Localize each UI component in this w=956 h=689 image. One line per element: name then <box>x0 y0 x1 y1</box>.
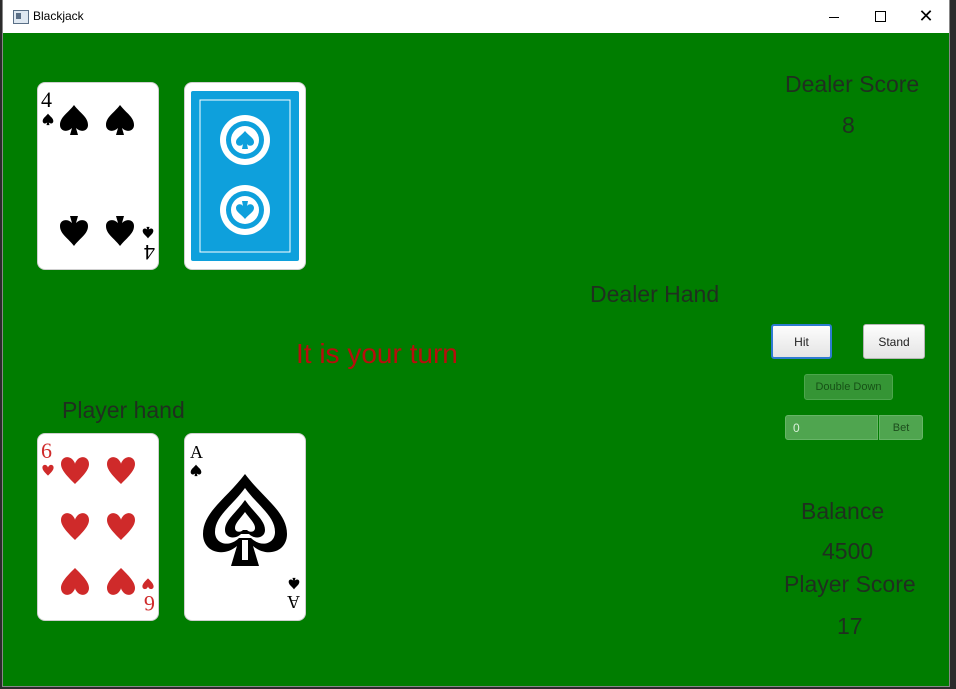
bet-amount-input[interactable]: 0 <box>785 415 878 440</box>
blackjack-window: Blackjack ✕ 4 4 Dealer Score 8 Dealer Ha… <box>3 0 949 686</box>
svg-text:4: 4 <box>144 240 155 265</box>
bet-button[interactable]: Bet <box>879 415 923 440</box>
player-card-ace-of-spades: A A <box>185 434 305 620</box>
player-score-label: Player Score <box>784 571 916 597</box>
app-icon <box>13 10 29 24</box>
minimize-icon <box>829 17 839 18</box>
title-bar: Blackjack ✕ <box>3 0 949 33</box>
player-card-6-of-hearts: 6 6 <box>38 434 158 620</box>
dealer-card-face-down <box>185 83 305 269</box>
dealer-hand-label: Dealer Hand <box>590 281 720 307</box>
dealer-score-value: 8 <box>842 112 855 138</box>
turn-status-message: It is your turn <box>296 338 458 369</box>
double-down-button[interactable]: Double Down <box>804 374 893 400</box>
card-back-pattern <box>191 91 299 261</box>
svg-text:A: A <box>190 442 203 462</box>
dealer-card-4-of-spades: 4 4 <box>38 83 158 269</box>
six-of-hearts-face: 6 6 <box>41 438 155 616</box>
svg-text:A: A <box>287 592 300 612</box>
svg-text:4: 4 <box>41 87 52 112</box>
hit-button[interactable]: Hit <box>771 324 832 359</box>
close-icon: ✕ <box>918 6 934 26</box>
player-hand-label: Player hand <box>62 397 185 423</box>
ace-of-spades-face: A A <box>190 442 300 612</box>
game-table: 4 4 Dealer Score 8 Dealer Hand It is you… <box>3 33 949 686</box>
maximize-button[interactable] <box>857 0 903 33</box>
svg-text:6: 6 <box>41 438 52 463</box>
dealer-score-label: Dealer Score <box>785 71 920 97</box>
balance-value: 4500 <box>822 538 874 564</box>
stand-button[interactable]: Stand <box>863 324 925 359</box>
player-score-value: 17 <box>837 613 863 639</box>
svg-text:6: 6 <box>144 591 155 616</box>
close-button[interactable]: ✕ <box>903 0 949 33</box>
balance-label: Balance <box>801 498 885 524</box>
maximize-icon <box>874 11 886 22</box>
four-of-spades-face: 4 4 <box>41 87 155 265</box>
window-title: Blackjack <box>33 9 84 23</box>
minimize-button[interactable] <box>811 0 857 33</box>
